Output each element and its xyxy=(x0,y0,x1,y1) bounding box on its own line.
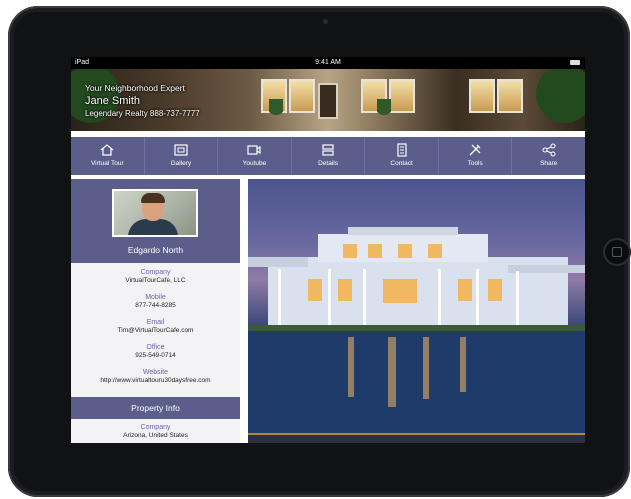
nav-details[interactable]: Details xyxy=(290,137,365,175)
home-icon xyxy=(100,144,114,156)
nav-contact[interactable]: Contact xyxy=(364,137,438,175)
info-value[interactable]: Tim@VirtualTourCafe.com xyxy=(71,327,240,334)
app-screen: iPad 9:41 AM Your Neighborhood Expert Ja… xyxy=(71,57,585,443)
info-label: Mobile xyxy=(145,294,166,301)
nav-gallery[interactable]: Gallery xyxy=(143,137,218,175)
clock: 9:41 AM xyxy=(315,59,341,66)
nav-label: Gallery xyxy=(170,160,192,167)
property-photo[interactable] xyxy=(248,179,585,443)
info-label: Company xyxy=(140,269,171,276)
property-company: Company Arizona, United States xyxy=(71,424,240,439)
main-nav: Virtual Tour Gallery Youtube Details Con… xyxy=(71,137,585,175)
agent-name: Jane Smith xyxy=(85,95,141,107)
info-office: Office 925-549-0714 xyxy=(71,344,240,369)
agent-info: Your Neighborhood Expert Jane Smith Lege… xyxy=(85,83,200,118)
window-decoration xyxy=(389,79,415,113)
agent-sidebar: Edgardo North Company VirtualTourCafe, L… xyxy=(71,179,240,443)
gallery-icon xyxy=(174,144,188,156)
nav-label: Tools xyxy=(467,160,483,167)
nav-share[interactable]: Share xyxy=(511,137,585,175)
info-value[interactable]: http://www.virtualtouru30daysfree.com xyxy=(71,377,240,384)
plant-decoration xyxy=(377,99,391,121)
camera-icon xyxy=(323,19,328,24)
agency-line: Legendary Realty 888-737-7777 xyxy=(85,109,200,118)
photo-body xyxy=(128,219,178,235)
nav-label: Share xyxy=(540,160,558,167)
window-decoration xyxy=(469,79,495,113)
details-icon xyxy=(322,144,334,156)
info-company: Company VirtualTourCafe, LLC xyxy=(71,269,240,294)
battery-icon xyxy=(570,60,580,65)
nav-tools[interactable]: Tools xyxy=(437,137,512,175)
info-email: Email Tim@VirtualTourCafe.com xyxy=(71,319,240,344)
info-label: Email xyxy=(146,319,165,326)
property-info-header[interactable]: Property Info xyxy=(71,397,240,419)
window-decoration xyxy=(289,79,315,113)
info-value[interactable]: 925-549-0714 xyxy=(71,352,240,359)
info-value: Arizona, United States xyxy=(123,432,188,439)
plant-decoration xyxy=(269,99,283,121)
nav-virtual-tour[interactable]: Virtual Tour xyxy=(71,137,144,175)
contact-details: Company VirtualTourCafe, LLC Mobile 877-… xyxy=(71,269,240,394)
info-website: Website http://www.virtualtouru30daysfre… xyxy=(71,369,240,394)
nav-label: Contact xyxy=(390,160,413,167)
nav-youtube[interactable]: Youtube xyxy=(217,137,291,175)
mansion-illustration xyxy=(248,227,585,443)
door-decoration xyxy=(318,83,338,119)
info-label: Company xyxy=(140,424,171,431)
agent-banner: Your Neighborhood Expert Jane Smith Lege… xyxy=(71,69,585,131)
profile-card: Edgardo North xyxy=(71,179,240,263)
tree-decoration xyxy=(535,69,585,131)
nav-label: Details xyxy=(318,160,338,167)
nav-label: Virtual Tour xyxy=(90,160,124,167)
photo-progress-bar xyxy=(248,433,585,443)
info-value: VirtualTourCafe, LLC xyxy=(125,277,186,284)
tagline: Your Neighborhood Expert xyxy=(85,83,185,93)
agent-photo xyxy=(112,189,198,237)
info-value[interactable]: 877-744-8285 xyxy=(71,302,240,309)
nav-label: Youtube xyxy=(242,160,267,167)
home-button[interactable] xyxy=(603,238,631,266)
share-icon xyxy=(542,143,556,157)
info-label: Office xyxy=(146,344,165,351)
photo-hair xyxy=(141,193,165,203)
contact-icon xyxy=(396,143,407,157)
window-decoration xyxy=(497,79,523,113)
tools-icon xyxy=(469,144,481,156)
video-icon xyxy=(247,145,262,155)
profile-name: Edgardo North xyxy=(127,245,184,255)
status-bar: iPad 9:41 AM xyxy=(71,57,585,69)
info-mobile: Mobile 877-744-8285 xyxy=(71,294,240,319)
info-label: Website xyxy=(142,369,169,376)
